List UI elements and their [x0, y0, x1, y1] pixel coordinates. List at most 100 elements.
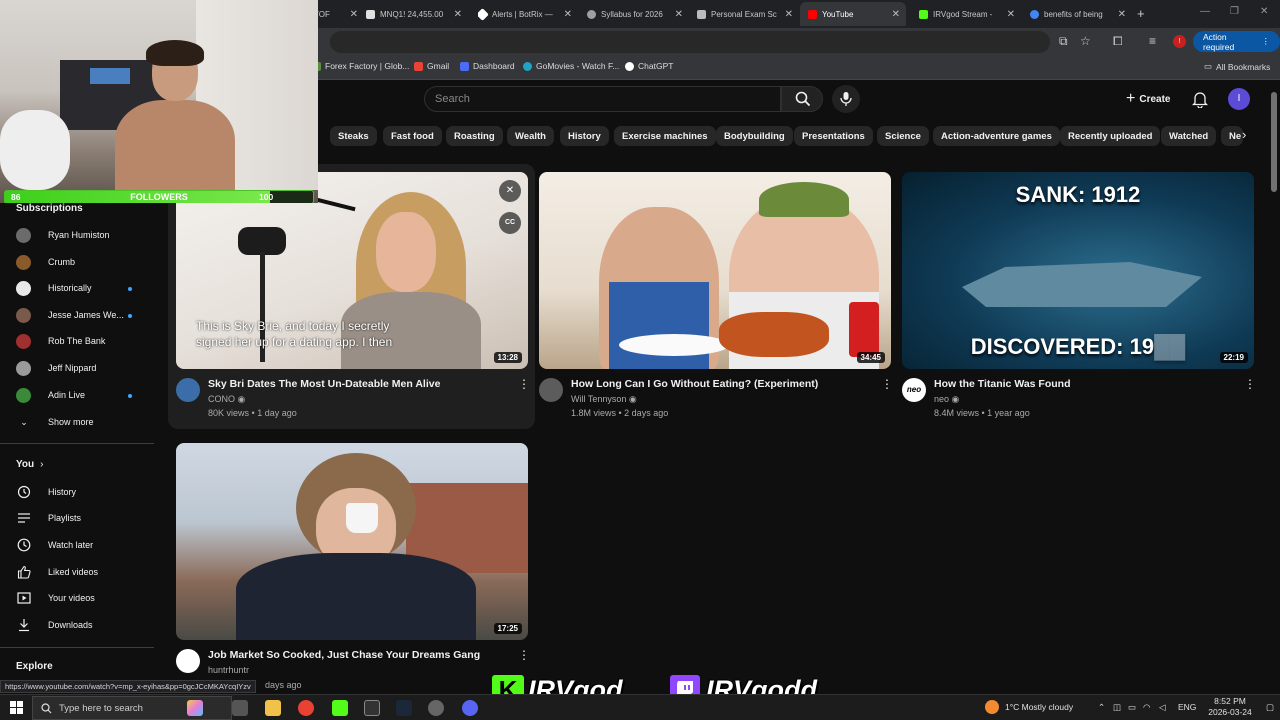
- install-app-icon[interactable]: ⧉: [1059, 34, 1068, 49]
- create-button[interactable]: + Create: [1120, 87, 1176, 111]
- channel-avatar[interactable]: neo: [902, 378, 926, 402]
- new-tab-button[interactable]: +: [1137, 6, 1145, 21]
- chrome-icon[interactable]: [298, 700, 314, 716]
- sidebar-item-liked-videos[interactable]: Liked videos: [16, 561, 98, 583]
- more-options-icon[interactable]: ⋮: [881, 377, 893, 391]
- close-window-icon[interactable]: ✕: [1260, 6, 1268, 17]
- channel-avatar[interactable]: [176, 378, 200, 402]
- video-title[interactable]: How Long Can I Go Without Eating? (Exper…: [571, 378, 818, 390]
- filter-chip[interactable]: Recently uploaded: [1060, 126, 1161, 146]
- volume-icon[interactable]: ◁: [1159, 702, 1166, 713]
- tray-chevron-icon[interactable]: ⌃: [1098, 702, 1105, 713]
- voice-search-button[interactable]: [832, 85, 860, 113]
- bookmark-item[interactable]: Dashboard: [460, 61, 515, 71]
- close-tab-icon[interactable]: ✕: [1007, 9, 1015, 20]
- channel-name[interactable]: Will Tennyson ◉: [571, 394, 637, 405]
- close-tab-icon[interactable]: ✕: [675, 9, 683, 20]
- maximize-icon[interactable]: ❐: [1230, 6, 1239, 17]
- filter-chip[interactable]: Ne: [1221, 126, 1243, 146]
- filter-chip[interactable]: Fast food: [383, 126, 442, 146]
- sidebar-item-watch-later[interactable]: Watch later: [16, 534, 93, 556]
- close-tab-icon[interactable]: ✕: [350, 9, 358, 20]
- extensions-icon[interactable]: ⧠: [1113, 34, 1123, 49]
- weather-label[interactable]: 1°C Mostly cloudy: [1005, 702, 1073, 712]
- video-thumbnail[interactable]: SANK: 1912 DISCOVERED: 19██ 22:19: [902, 172, 1254, 369]
- subscriptions-heading[interactable]: Subscriptions: [16, 203, 83, 214]
- close-tab-icon[interactable]: ✕: [785, 9, 793, 20]
- filter-chip[interactable]: Wealth: [507, 126, 554, 146]
- profile-alert-icon[interactable]: !: [1173, 35, 1186, 48]
- channel-name[interactable]: CONO ◉: [208, 394, 245, 405]
- bookmark-item[interactable]: Gmail: [414, 61, 449, 71]
- close-tab-icon[interactable]: ✕: [564, 9, 572, 20]
- video-title[interactable]: Job Market So Cooked, Just Chase Your Dr…: [208, 649, 480, 661]
- browser-tab-active[interactable]: YouTube ✕: [800, 2, 906, 26]
- minimize-icon[interactable]: —: [1200, 6, 1210, 17]
- settings-gear-icon[interactable]: [428, 700, 444, 716]
- copilot-icon[interactable]: [187, 700, 203, 716]
- filter-chip[interactable]: History: [560, 126, 609, 146]
- sidebar-item-subscription[interactable]: Jesse James We...: [16, 304, 124, 326]
- more-options-icon[interactable]: ⋮: [518, 648, 530, 662]
- language-indicator[interactable]: ENG: [1178, 702, 1196, 712]
- channel-avatar[interactable]: [176, 649, 200, 673]
- browser-tab[interactable]: Personal Exam Sc ✕: [697, 4, 793, 24]
- bookmark-star-icon[interactable]: ☆: [1080, 34, 1091, 48]
- all-bookmarks-button[interactable]: ▭ All Bookmarks: [1204, 61, 1270, 72]
- close-tab-icon[interactable]: ✕: [1118, 9, 1126, 20]
- filter-chip[interactable]: Science: [877, 126, 929, 146]
- notifications-button[interactable]: [1191, 90, 1209, 113]
- channel-name[interactable]: neo ◉: [934, 394, 959, 405]
- windows-start-icon[interactable]: [10, 701, 23, 714]
- browser-tab[interactable]: MNQ1! 24,455.00 ✕: [366, 4, 462, 24]
- filter-chip[interactable]: Watched: [1161, 126, 1217, 146]
- scrollbar[interactable]: [1271, 92, 1277, 192]
- sidebar-item-downloads[interactable]: Downloads: [16, 614, 93, 636]
- search-input[interactable]: Search: [424, 86, 781, 112]
- epic-games-icon[interactable]: [364, 700, 380, 716]
- action-required-button[interactable]: Action required ⋮: [1193, 31, 1280, 52]
- steam-icon[interactable]: [396, 700, 412, 716]
- task-view-icon[interactable]: [232, 700, 248, 716]
- reading-list-icon[interactable]: ≡: [1149, 34, 1156, 48]
- kick-app-icon[interactable]: [332, 700, 348, 716]
- filter-chip[interactable]: Presentations: [794, 126, 873, 146]
- sidebar-item-subscription[interactable]: Historically: [16, 277, 92, 299]
- browser-tab[interactable]: benefits of being ✕: [1030, 4, 1126, 24]
- file-explorer-icon[interactable]: [265, 700, 281, 716]
- video-thumbnail[interactable]: 17:25: [176, 443, 528, 640]
- battery-icon[interactable]: ▭: [1128, 702, 1136, 713]
- mute-button[interactable]: ✕: [499, 180, 521, 202]
- chevron-right-icon[interactable]: ›: [1242, 127, 1246, 142]
- filter-chip[interactable]: Roasting: [446, 126, 503, 146]
- sidebar-item-subscription[interactable]: Jeff Nippard: [16, 357, 96, 379]
- tray-app-icon[interactable]: ◫: [1113, 702, 1121, 713]
- channel-avatar[interactable]: [539, 378, 563, 402]
- browser-tab[interactable]: Syllabus for 2026 ✕: [587, 4, 683, 24]
- sidebar-item-subscription[interactable]: Crumb: [16, 251, 75, 273]
- filter-chip[interactable]: Steaks: [330, 126, 377, 146]
- filter-chip[interactable]: Exercise machines: [614, 126, 716, 146]
- bookmark-item[interactable]: GoMovies - Watch F...: [523, 61, 619, 71]
- more-options-icon[interactable]: ⋮: [1244, 377, 1256, 391]
- channel-name[interactable]: huntrhuntr: [208, 665, 249, 675]
- closed-captions-button[interactable]: CC: [499, 212, 521, 234]
- clock[interactable]: 8:52 PM 2026-03-24: [1206, 696, 1254, 718]
- sidebar-item-subscription[interactable]: Rob The Bank: [16, 330, 105, 352]
- sidebar-item-subscription[interactable]: Adin Live: [16, 384, 85, 406]
- sidebar-item-playlists[interactable]: Playlists: [16, 507, 81, 529]
- notifications-icon[interactable]: ▢: [1266, 702, 1274, 713]
- sidebar-item-history[interactable]: History: [16, 481, 76, 503]
- account-avatar[interactable]: I: [1228, 88, 1250, 110]
- address-bar[interactable]: [330, 31, 1050, 53]
- sidebar-item-subscription[interactable]: Ryan Humiston: [16, 224, 110, 246]
- browser-tab[interactable]: Alerts | BotRix — ✕: [478, 4, 572, 24]
- browser-tab[interactable]: IRVgod Stream - ✕: [919, 4, 1015, 24]
- discord-icon[interactable]: [462, 700, 478, 716]
- search-button[interactable]: [781, 86, 823, 112]
- show-more-button[interactable]: ⌄ Show more: [16, 411, 93, 433]
- video-thumbnail[interactable]: 34:45: [539, 172, 891, 369]
- sidebar-item-your-videos[interactable]: Your videos: [16, 587, 95, 609]
- filter-chip[interactable]: Bodybuilding: [716, 126, 793, 146]
- video-title[interactable]: How the Titanic Was Found: [934, 378, 1071, 390]
